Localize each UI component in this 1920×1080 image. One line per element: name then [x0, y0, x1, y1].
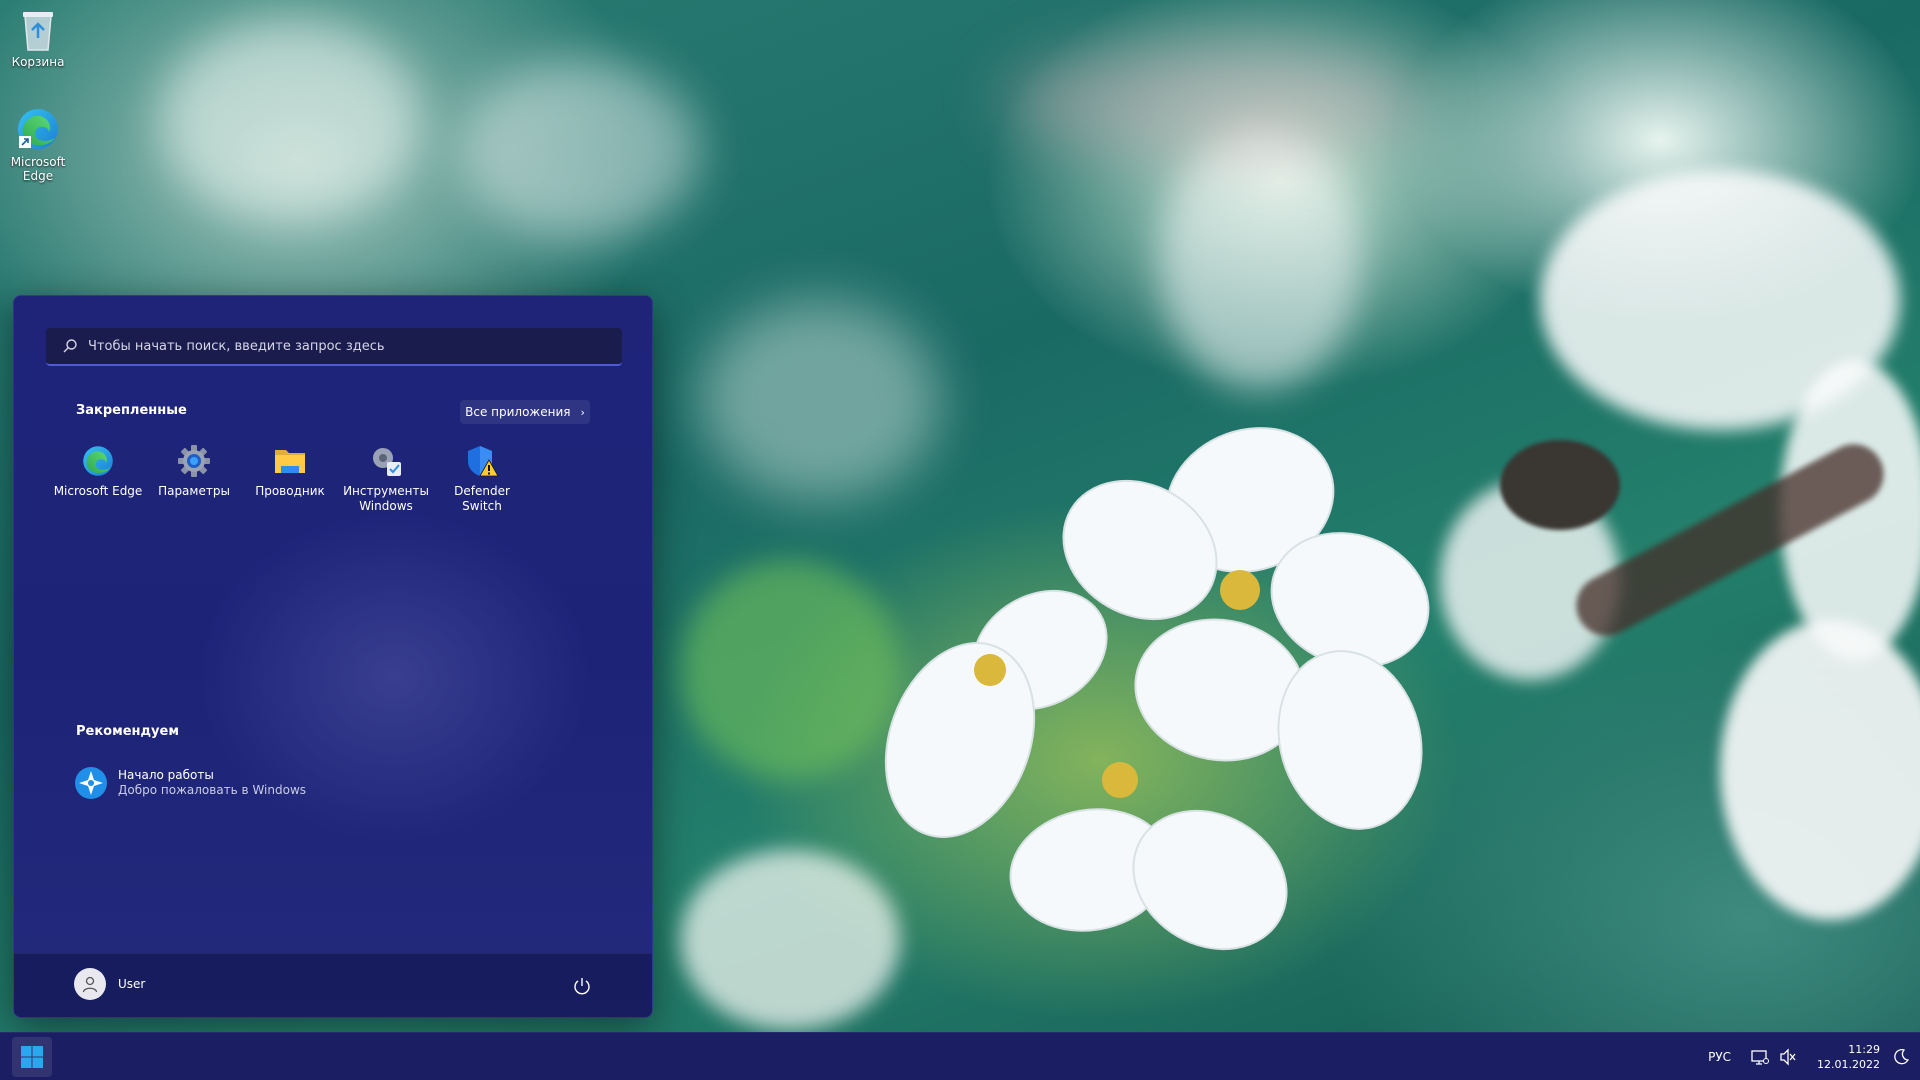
pinned-section-title: Закрепленные	[76, 403, 187, 418]
user-account-button[interactable]: User	[74, 968, 145, 1000]
user-name: User	[118, 977, 146, 991]
clock-date: 12.01.2022	[1817, 1058, 1880, 1071]
start-search-box[interactable]: Чтобы начать поиск, введите запрос здесь	[46, 328, 622, 366]
recommended-item-get-started[interactable]: Начало работы Добро пожаловать в Windows	[74, 766, 306, 800]
desktop-icon-label: Microsoft Edge	[10, 155, 66, 183]
tools-icon	[373, 448, 401, 476]
blossom-illustration	[884, 427, 1430, 951]
recommended-section-title: Рекомендуем	[76, 724, 179, 739]
pinned-app-label: Параметры	[158, 484, 230, 498]
taskbar: РУС 11:29 12.01.2022	[0, 1032, 1920, 1080]
get-started-icon	[75, 767, 107, 799]
pinned-app-settings[interactable]: Параметры	[146, 444, 242, 514]
all-apps-label: Все приложения	[465, 405, 571, 419]
pinned-apps-grid: Microsoft Edge Параметры Проводник Инстр…	[50, 444, 530, 514]
start-button[interactable]	[12, 1037, 52, 1077]
folder-icon	[275, 450, 305, 473]
pinned-app-windows-tools[interactable]: Инструменты Windows	[338, 444, 434, 514]
pinned-app-label: Microsoft Edge	[53, 484, 143, 498]
edge-icon	[18, 109, 58, 149]
all-apps-button[interactable]: Все приложения ›	[460, 400, 590, 424]
clock[interactable]: 11:29 12.01.2022	[1817, 1042, 1880, 1072]
power-icon[interactable]	[572, 976, 592, 996]
recycle-bin-icon	[23, 12, 53, 51]
desktop-icon-label: Корзина	[11, 55, 65, 69]
pinned-app-microsoft-edge[interactable]: Microsoft Edge	[50, 444, 146, 514]
recommended-item-subtitle: Добро пожаловать в Windows	[118, 783, 307, 797]
desktop-icon-microsoft-edge[interactable]: Microsoft Edge	[0, 106, 76, 183]
pinned-app-file-explorer[interactable]: Проводник	[242, 444, 338, 514]
pinned-app-label: Инструменты Windows	[343, 484, 429, 513]
windows-logo-icon	[21, 1046, 43, 1068]
volume-muted-icon[interactable]	[1779, 1048, 1797, 1066]
pinned-app-label: Проводник	[255, 484, 325, 498]
shield-warning-icon	[468, 446, 499, 477]
recommended-item-title: Начало работы	[118, 768, 214, 782]
search-placeholder: Чтобы начать поиск, введите запрос здесь	[88, 338, 385, 354]
start-menu: Чтобы начать поиск, введите запрос здесь…	[13, 295, 653, 1018]
user-icon	[82, 976, 98, 993]
chevron-right-icon: ›	[580, 405, 585, 419]
gear-icon	[178, 445, 210, 477]
monitor-network-icon[interactable]	[1751, 1048, 1770, 1066]
avatar	[74, 968, 106, 1000]
clock-time: 11:29	[1848, 1043, 1880, 1056]
desktop-icon-recycle-bin[interactable]: Корзина	[0, 8, 76, 69]
pinned-app-defender-switch[interactable]: Defender Switch	[434, 444, 530, 514]
search-icon	[63, 339, 77, 353]
focus-assist-icon[interactable]	[1892, 1048, 1910, 1066]
start-menu-footer: User	[14, 953, 652, 1017]
language-indicator[interactable]: РУС	[1708, 1050, 1731, 1064]
edge-icon	[83, 446, 113, 476]
pinned-app-label: Defender Switch	[454, 484, 510, 513]
system-tray: РУС 11:29 12.01.2022	[1708, 1033, 1920, 1080]
